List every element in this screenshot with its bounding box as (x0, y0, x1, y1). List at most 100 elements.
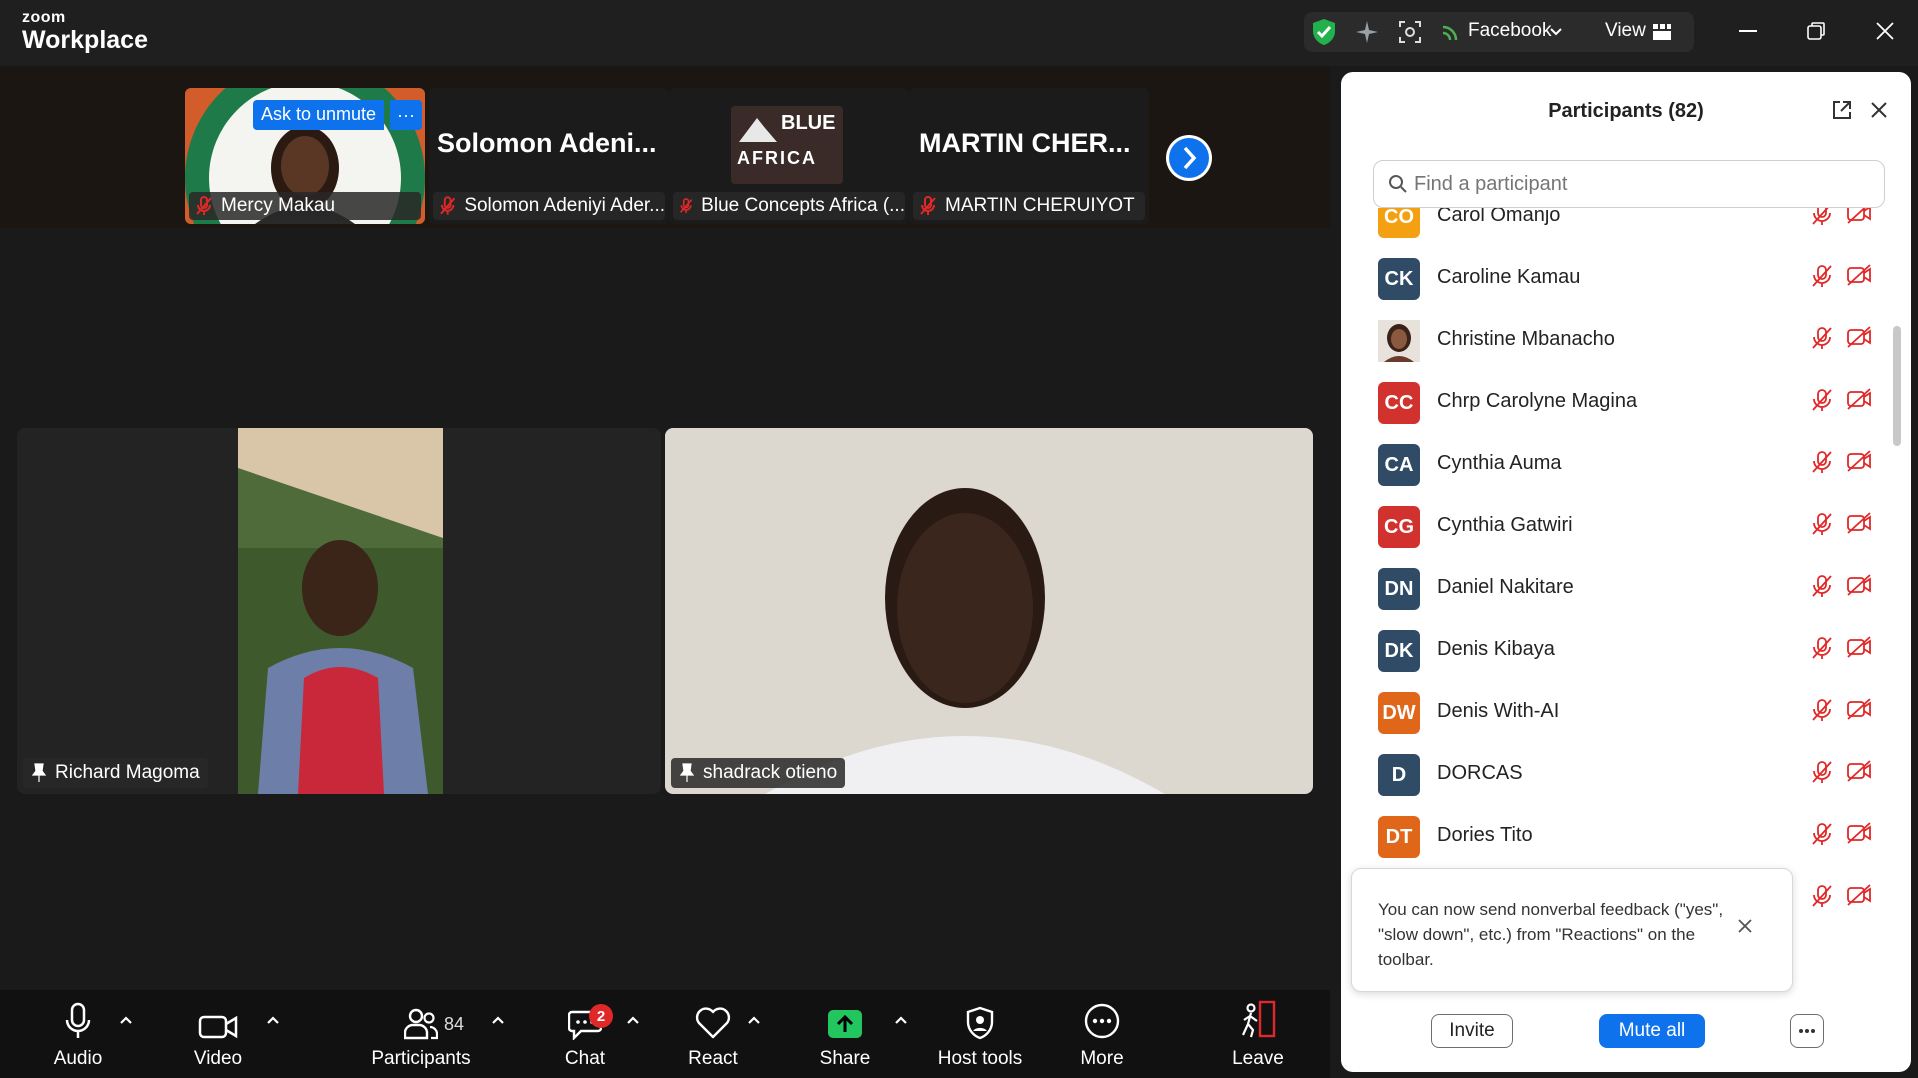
ai-companion-icon[interactable] (1353, 18, 1381, 46)
mute-all-button[interactable]: Mute all (1599, 1014, 1705, 1048)
video-camera-icon (198, 1015, 238, 1039)
video-off-icon[interactable] (1846, 822, 1872, 849)
ask-to-unmute-button[interactable]: Ask to unmute (253, 100, 385, 130)
video-off-icon[interactable] (1846, 574, 1872, 601)
mic-off-icon[interactable] (1811, 574, 1833, 603)
mic-off-icon[interactable] (1811, 450, 1833, 479)
grid-view-icon[interactable] (1648, 18, 1676, 46)
mic-off-icon[interactable] (1811, 698, 1833, 727)
logo-text-top: BLUE (781, 112, 836, 134)
participant-video (665, 428, 1313, 794)
minimize-icon[interactable] (1733, 16, 1763, 46)
livestream-label[interactable]: Facebook (1468, 20, 1551, 42)
video-off-icon[interactable] (1846, 884, 1872, 908)
mic-off-icon[interactable] (1811, 326, 1833, 355)
chevron-up-icon[interactable] (118, 1012, 134, 1028)
mic-off-icon[interactable] (1811, 884, 1833, 908)
captions-icon[interactable] (1396, 18, 1424, 46)
participant-row[interactable]: CC Chrp Carolyne Magina (1341, 374, 1897, 436)
participant-row[interactable]: CA Cynthia Auma (1341, 436, 1897, 498)
video-off-icon[interactable] (1846, 512, 1872, 539)
participant-name-display: MARTIN CHER... (919, 128, 1131, 158)
participant-name-tag: Mercy Makau (189, 192, 421, 220)
share-button[interactable]: Share (818, 990, 872, 1078)
video-tile-main[interactable]: Richard Magoma (17, 428, 661, 794)
mic-off-icon[interactable] (1811, 512, 1833, 541)
pop-out-icon[interactable] (1828, 96, 1856, 124)
mic-off-icon[interactable] (1811, 822, 1833, 851)
video-off-icon[interactable] (1846, 264, 1872, 291)
close-panel-icon[interactable] (1865, 96, 1893, 124)
video-off-icon[interactable] (1846, 450, 1872, 477)
participant-row[interactable]: CG Cynthia Gatwiri (1341, 498, 1897, 560)
participant-name: shadrack otieno (703, 762, 838, 783)
participant-row[interactable]: DN Daniel Nakitare (1341, 560, 1897, 622)
video-off-icon[interactable] (1846, 208, 1872, 229)
host-tools-button[interactable]: Host tools (930, 990, 1030, 1078)
panel-more-button[interactable] (1790, 1014, 1824, 1048)
view-button[interactable]: View (1605, 20, 1646, 42)
audio-button[interactable]: Audio (50, 990, 106, 1078)
chat-label: Chat (564, 1048, 606, 1069)
participant-row[interactable]: DK Denis Kibaya (1341, 622, 1897, 684)
meeting-toolbar: Audio Video Participants 84 Chat 2 React… (0, 990, 1330, 1078)
leave-button[interactable]: Leave (1232, 990, 1284, 1078)
video-off-icon[interactable] (1846, 326, 1872, 353)
participant-name: Richard Magoma (55, 762, 200, 783)
video-button[interactable]: Video (190, 990, 246, 1078)
chevron-down-icon[interactable] (1546, 18, 1566, 46)
mic-off-icon[interactable] (1811, 208, 1833, 231)
participant-search[interactable] (1373, 160, 1885, 208)
avatar: DW (1378, 692, 1420, 734)
filmstrip-next-button[interactable] (1166, 135, 1212, 181)
title-bar: zoom Workplace Facebook View (0, 0, 1918, 66)
restore-icon[interactable] (1801, 16, 1831, 46)
participant-row[interactable]: D DORCAS (1341, 746, 1897, 808)
video-tile[interactable]: MARTIN CHER... MARTIN CHERUIYOT (909, 88, 1149, 224)
video-off-icon[interactable] (1846, 760, 1872, 787)
scrollbar[interactable] (1893, 326, 1901, 446)
close-tip-icon[interactable] (1738, 919, 1752, 933)
brand-big: Workplace (22, 26, 148, 54)
participant-name-tag: shadrack otieno (671, 758, 846, 788)
participant-name: Cynthia Gatwiri (1437, 514, 1573, 536)
participant-row[interactable]: Christine Mbanacho (1341, 312, 1897, 374)
search-input[interactable] (1414, 169, 1874, 199)
video-tile-main[interactable]: shadrack otieno (665, 428, 1313, 794)
panel-title: Participants (82) (1548, 100, 1704, 122)
close-icon[interactable] (1870, 16, 1900, 46)
more-button[interactable]: More (1074, 990, 1130, 1078)
mic-off-icon[interactable] (1811, 388, 1833, 417)
video-tile[interactable]: BLUE AFRICA Blue Concepts Africa (... (669, 88, 909, 224)
participant-row[interactable]: CK Caroline Kamau (1341, 250, 1897, 312)
mic-off-icon[interactable] (1811, 760, 1833, 789)
chevron-up-icon[interactable] (490, 1012, 506, 1028)
invite-button[interactable]: Invite (1431, 1014, 1513, 1048)
mic-off-icon (920, 196, 936, 215)
chevron-up-icon[interactable] (265, 1012, 281, 1028)
logo-text-bottom: AFRICA (737, 148, 817, 168)
video-tile[interactable]: Solomon Adeni... Solomon Adeniyi Ader... (429, 88, 669, 224)
avatar: D (1378, 754, 1420, 796)
react-label: React (688, 1048, 738, 1069)
participant-video (238, 428, 443, 794)
encryption-shield-icon[interactable] (1310, 18, 1338, 46)
avatar: DN (1378, 568, 1420, 610)
video-off-icon[interactable] (1846, 388, 1872, 415)
mic-off-icon[interactable] (1811, 264, 1833, 293)
pin-icon (679, 763, 695, 782)
participant-row[interactable]: DT Dories Tito (1341, 808, 1897, 870)
chevron-up-icon[interactable] (625, 1012, 641, 1028)
video-off-icon[interactable] (1846, 698, 1872, 725)
mic-off-icon[interactable] (1811, 636, 1833, 665)
chevron-up-icon[interactable] (893, 1012, 909, 1028)
video-off-icon[interactable] (1846, 636, 1872, 663)
tile-more-icon[interactable]: ··· (390, 100, 422, 130)
chevron-up-icon[interactable] (746, 1012, 762, 1028)
participant-name: Cynthia Auma (1437, 452, 1562, 474)
react-button[interactable]: React (688, 990, 738, 1078)
avatar: DT (1378, 816, 1420, 858)
participant-row[interactable]: CO Carol Omanjo (1341, 208, 1897, 250)
participant-row[interactable]: DW Denis With-AI (1341, 684, 1897, 746)
avatar: DK (1378, 630, 1420, 672)
